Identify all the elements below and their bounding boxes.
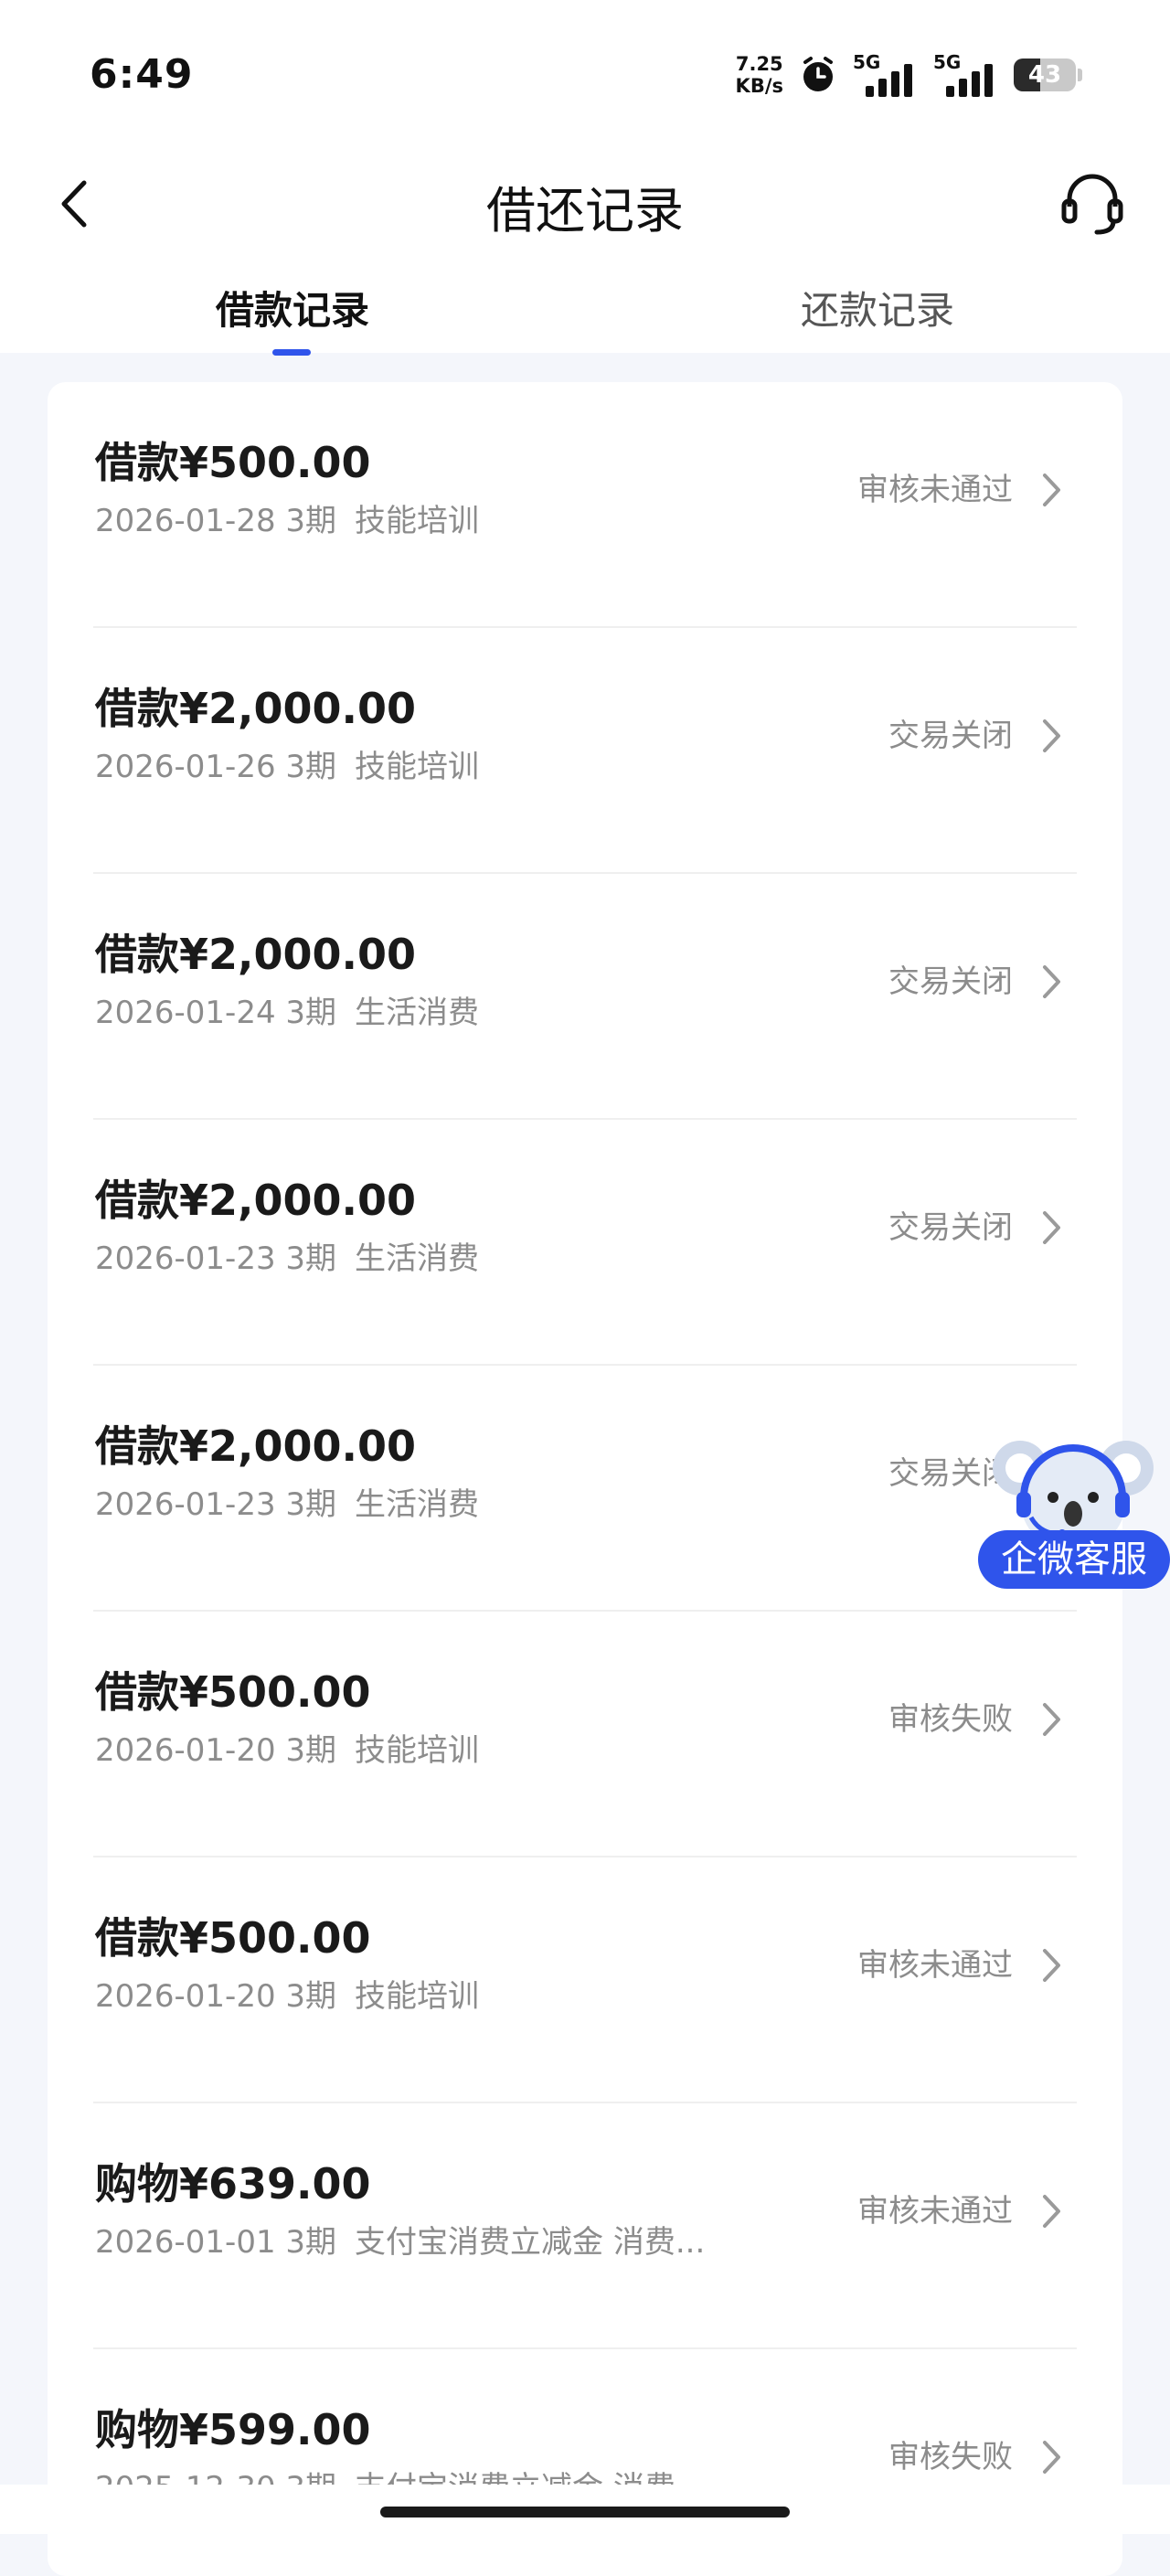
status-icons: 7.25 KB/s 5G 5G 43 — [736, 48, 1082, 102]
record-amount: 购物¥639.00 — [95, 2159, 371, 2209]
record-date-term: 2026-01-24 3期 — [95, 995, 337, 1031]
signal-2-icon: 5G — [933, 51, 999, 99]
record-status: 审核未通过 — [857, 1947, 1013, 1984]
record-date-term: 2026-01-20 3期 — [95, 1732, 337, 1769]
tab-repay-records[interactable]: 还款记录 — [801, 280, 954, 335]
chevron-right-icon — [1043, 1703, 1060, 1736]
record-meta: 2026-01-20 3期 技能培训 — [95, 1971, 479, 2016]
alarm-icon — [803, 57, 833, 91]
record-row[interactable]: 借款¥2,000.00 2026-01-23 3期 生活消费 交易关闭 — [48, 1120, 1122, 1366]
record-meta: 2026-01-01 3期 支付宝消费立减金 消费... — [95, 2217, 705, 2262]
chevron-right-icon — [1043, 1211, 1060, 1244]
network-speed-unit: KB/s — [735, 75, 783, 97]
record-meta: 2026-01-20 3期 技能培训 — [95, 1725, 479, 1770]
signal-1-icon: 5G — [853, 51, 919, 99]
record-status: 审核未通过 — [857, 472, 1013, 508]
record-category: 生活消费 — [355, 995, 480, 1031]
chevron-right-icon — [1043, 965, 1060, 998]
record-category: 支付宝消费立减金 消费... — [355, 2224, 706, 2261]
tab-borrow-records[interactable]: 借款记录 — [216, 280, 369, 335]
record-amount: 借款¥500.00 — [95, 438, 371, 487]
wecom-service-button[interactable]: 企微客服 — [978, 1530, 1170, 1589]
signal-1-tag: 5G — [853, 51, 881, 73]
record-category: 技能培训 — [355, 503, 480, 539]
record-status: 审核未通过 — [857, 2193, 1013, 2230]
record-amount: 借款¥500.00 — [95, 1913, 371, 1963]
record-row[interactable]: 购物¥599.00 2025-12-30 3期支付宝消费立减金 消费... 审核… — [48, 2349, 1122, 2576]
record-meta: 2026-01-26 3期 技能培训 — [95, 741, 479, 786]
record-status: 审核失败 — [888, 2439, 1013, 2475]
chevron-right-icon — [1043, 2441, 1060, 2474]
record-status: 交易关闭 — [888, 963, 1013, 1000]
chevron-right-icon — [1043, 474, 1060, 506]
record-row[interactable]: 借款¥500.00 2026-01-28 3期 技能培训 审核未通过 — [48, 382, 1122, 628]
records-list: 借款¥500.00 2026-01-28 3期 技能培训 审核未通过 借款¥2,0… — [48, 382, 1122, 2576]
record-date-term: 2026-01-01 3期 — [95, 2224, 337, 2261]
battery-level: 43 — [1027, 61, 1062, 89]
chevron-right-icon — [1043, 719, 1060, 752]
chevron-right-icon — [1043, 2195, 1060, 2228]
record-category: 技能培训 — [355, 1732, 480, 1769]
record-meta: 2026-01-23 3期 生活消费 — [95, 1233, 479, 1278]
record-status: 交易关闭 — [888, 1209, 1013, 1246]
page-title: 借还记录 — [486, 182, 684, 240]
record-category: 技能培训 — [355, 1978, 480, 2015]
record-row[interactable]: 借款¥2,000.00 2026-01-23 3期 生活消费 交易关闭 — [48, 1366, 1122, 1612]
record-date-term: 2026-01-20 3期 — [95, 1978, 337, 2015]
record-meta: 2026-01-28 3期 技能培训 — [95, 495, 479, 540]
record-category: 生活消费 — [355, 1240, 480, 1277]
record-date-term: 2026-01-23 3期 — [95, 1240, 337, 1277]
record-date-term: 2026-01-28 3期 — [95, 503, 337, 539]
record-row[interactable]: 借款¥500.00 2026-01-20 3期 技能培训 审核未通过 — [48, 1857, 1122, 2103]
battery-cap — [1078, 69, 1082, 81]
top-bar-area: 6:49 7.25 KB/s 5G 5G 43 借还记录 借款记录 还款记录 — [0, 0, 1170, 356]
status-time: 6:49 — [90, 51, 194, 98]
record-amount: 借款¥2,000.00 — [95, 684, 416, 733]
record-status: 交易关闭 — [888, 718, 1013, 754]
record-date-term: 2026-01-26 3期 — [95, 749, 337, 785]
record-amount: 借款¥2,000.00 — [95, 930, 416, 979]
record-category: 技能培训 — [355, 749, 480, 785]
record-amount: 借款¥2,000.00 — [95, 1176, 416, 1225]
battery-icon: 43 — [1014, 59, 1076, 91]
record-row[interactable]: 借款¥2,000.00 2026-01-26 3期 技能培训 交易关闭 — [48, 628, 1122, 874]
network-speed-value: 7.25 — [735, 53, 783, 75]
network-speed: 7.25 KB/s — [736, 53, 783, 97]
record-meta: 2026-01-24 3期 生活消费 — [95, 987, 479, 1032]
record-amount: 购物¥599.00 — [95, 2405, 371, 2454]
record-amount: 借款¥500.00 — [95, 1667, 371, 1717]
record-row[interactable]: 购物¥639.00 2026-01-01 3期 支付宝消费立减金 消费... 审核… — [48, 2103, 1122, 2349]
home-indicator[interactable] — [380, 2507, 790, 2517]
record-row[interactable]: 借款¥2,000.00 2026-01-24 3期 生活消费 交易关闭 — [48, 874, 1122, 1120]
customer-service-icon[interactable] — [1060, 170, 1124, 240]
record-date-term: 2026-01-23 3期 — [95, 1486, 337, 1523]
record-meta: 2026-01-23 3期 生活消费 — [95, 1479, 479, 1524]
active-tab-indicator — [272, 349, 311, 356]
record-row[interactable]: 借款¥500.00 2026-01-20 3期 技能培训 审核失败 — [48, 1612, 1122, 1857]
record-amount: 借款¥2,000.00 — [95, 1421, 416, 1471]
record-category: 生活消费 — [355, 1486, 480, 1523]
record-status: 审核失败 — [888, 1701, 1013, 1738]
signal-2-tag: 5G — [933, 51, 962, 73]
chevron-right-icon — [1043, 1949, 1060, 1982]
